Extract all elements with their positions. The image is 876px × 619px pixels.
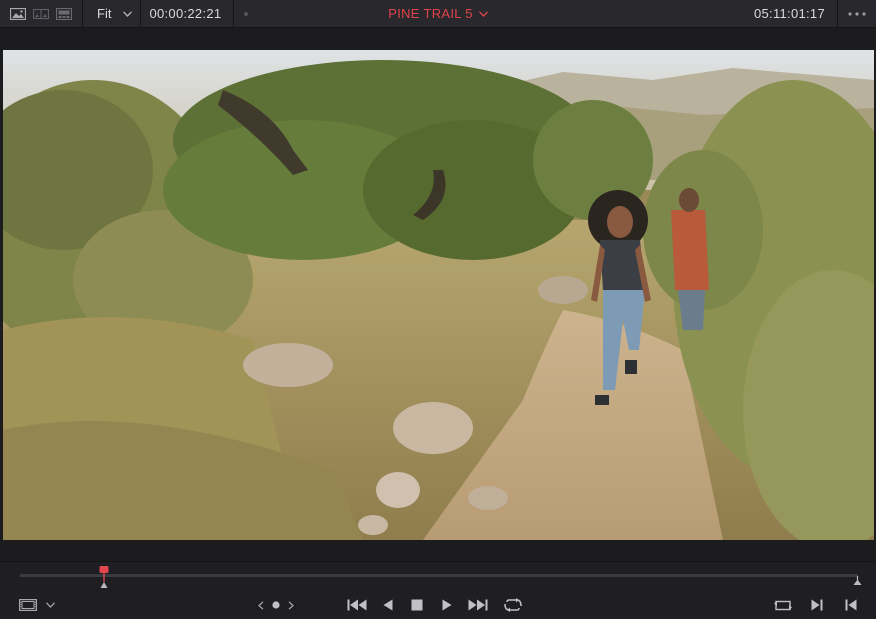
play-icon — [442, 599, 452, 611]
play-button[interactable] — [439, 594, 455, 616]
dot-icon — [244, 11, 249, 16]
go-to-start-icon — [347, 599, 367, 611]
previous-edit-button[interactable] — [843, 594, 859, 616]
cinema-viewer-icon[interactable] — [56, 7, 72, 20]
jog-dot-icon — [272, 601, 280, 609]
match-frame-button[interactable] — [772, 594, 794, 616]
toolbar-left: Fit 00:00:22:21 — [0, 0, 249, 27]
go-to-end-icon — [468, 599, 488, 611]
single-viewer-icon[interactable] — [10, 7, 26, 20]
viewer-layout-group — [0, 0, 83, 27]
more-options-icon — [848, 11, 866, 16]
out-point-marker[interactable] — [853, 576, 862, 585]
clip-view-icon — [19, 599, 37, 611]
source-timecode[interactable]: 00:00:22:21 — [141, 0, 235, 27]
go-to-start-button[interactable] — [345, 594, 369, 616]
viewer-toolbar: Fit 00:00:22:21 PINE TRAIL 5 05:11:01:17 — [0, 0, 876, 28]
scrub-track[interactable] — [20, 574, 858, 577]
stop-button[interactable] — [409, 594, 425, 616]
playhead-handle[interactable] — [99, 566, 109, 588]
jog-right-icon — [288, 600, 294, 610]
play-reverse-icon — [383, 599, 393, 611]
clip-title-dropdown[interactable]: PINE TRAIL 5 — [388, 6, 488, 21]
zoom-dropdown[interactable]: Fit — [83, 0, 142, 27]
jog-left-button[interactable] — [256, 594, 266, 616]
jog-right-button[interactable] — [286, 594, 296, 616]
zoom-label: Fit — [97, 6, 112, 21]
video-frame-image — [3, 50, 874, 540]
chevron-down-icon — [45, 602, 55, 608]
jog-wheel[interactable] — [271, 594, 281, 616]
jog-left-icon — [258, 600, 264, 610]
next-edit-button[interactable] — [809, 594, 825, 616]
transport-bar — [0, 561, 876, 619]
loop-icon — [504, 598, 522, 612]
chevron-down-icon — [478, 10, 488, 17]
clip-title: PINE TRAIL 5 — [388, 6, 473, 21]
transport-controls — [0, 594, 876, 616]
play-reverse-button[interactable] — [380, 594, 396, 616]
go-to-end-button[interactable] — [466, 594, 490, 616]
chevron-down-icon — [123, 10, 133, 17]
match-frame-icon — [774, 600, 792, 610]
next-edit-icon — [811, 599, 823, 611]
dual-viewer-icon[interactable] — [33, 8, 49, 20]
toolbar-right: 05:11:01:17 — [742, 0, 876, 27]
more-options-button[interactable] — [838, 0, 876, 27]
clip-view-button[interactable] — [18, 594, 38, 616]
previous-edit-icon — [845, 599, 857, 611]
loop-button[interactable] — [501, 594, 525, 616]
record-timecode[interactable]: 05:11:01:17 — [742, 0, 838, 27]
video-frame[interactable] — [3, 50, 874, 540]
clip-view-dropdown[interactable] — [44, 594, 56, 616]
stop-icon — [411, 599, 423, 611]
